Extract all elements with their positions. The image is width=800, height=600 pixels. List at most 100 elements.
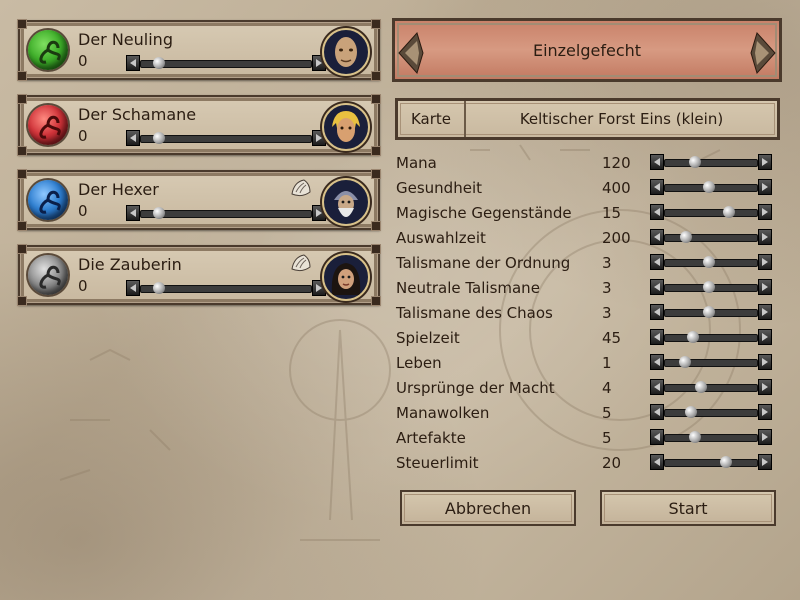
setting-slider[interactable] bbox=[650, 304, 772, 320]
player-name: Der Neuling bbox=[78, 30, 173, 49]
player-slot-2[interactable]: Der Schamane 0 bbox=[17, 94, 381, 156]
bearded-wizard-portrait-icon[interactable] bbox=[322, 178, 370, 226]
player-slider[interactable] bbox=[126, 55, 326, 71]
dark-haired-woman-portrait-icon[interactable] bbox=[322, 253, 370, 301]
setting-label: Talismane des Chaos bbox=[396, 304, 553, 322]
banner-right-ornament-icon bbox=[750, 32, 776, 74]
player-score: 0 bbox=[78, 277, 88, 295]
player-score: 0 bbox=[78, 202, 88, 220]
slider-knob[interactable] bbox=[686, 331, 699, 343]
player-slot-3[interactable]: Der Hexer 0 bbox=[17, 169, 381, 231]
slider-right-arrow-icon[interactable] bbox=[758, 254, 772, 270]
slider-right-arrow-icon[interactable] bbox=[758, 354, 772, 370]
slider-right-arrow-icon[interactable] bbox=[758, 304, 772, 320]
slider-left-arrow-icon[interactable] bbox=[650, 454, 664, 470]
map-label: Karte bbox=[398, 101, 466, 137]
slider-knob[interactable] bbox=[688, 431, 701, 443]
setting-row: Magische Gegenstände 15 bbox=[396, 202, 780, 224]
slider-right-arrow-icon[interactable] bbox=[758, 229, 772, 245]
slider-knob[interactable] bbox=[152, 207, 165, 219]
slider-right-arrow-icon[interactable] bbox=[758, 179, 772, 195]
player-slot-4[interactable]: Die Zauberin 0 bbox=[17, 244, 381, 306]
setting-slider[interactable] bbox=[650, 329, 772, 345]
setting-label: Talismane der Ordnung bbox=[396, 254, 571, 272]
blue-spiral-orb-icon bbox=[28, 180, 68, 220]
slider-left-arrow-icon[interactable] bbox=[650, 229, 664, 245]
cancel-button[interactable]: Abbrechen bbox=[400, 490, 576, 526]
slider-left-arrow-icon[interactable] bbox=[650, 304, 664, 320]
conch-shell-icon[interactable] bbox=[290, 178, 312, 198]
setting-value: 3 bbox=[602, 279, 612, 297]
slider-left-arrow-icon[interactable] bbox=[650, 379, 664, 395]
setting-value: 4 bbox=[602, 379, 612, 397]
slider-knob[interactable] bbox=[723, 206, 736, 218]
slider-right-arrow-icon[interactable] bbox=[758, 404, 772, 420]
setting-slider[interactable] bbox=[650, 204, 772, 220]
slider-left-arrow-icon[interactable] bbox=[126, 55, 140, 71]
conch-shell-icon[interactable] bbox=[290, 253, 312, 273]
setting-row: Auswahlzeit 200 bbox=[396, 227, 780, 249]
slider-knob[interactable] bbox=[719, 456, 732, 468]
setting-value: 5 bbox=[602, 429, 612, 447]
setting-label: Magische Gegenstände bbox=[396, 204, 572, 222]
slider-knob[interactable] bbox=[152, 132, 165, 144]
player-slot-1[interactable]: Der Neuling 0 bbox=[17, 19, 381, 81]
slider-left-arrow-icon[interactable] bbox=[650, 354, 664, 370]
setting-slider[interactable] bbox=[650, 354, 772, 370]
setting-label: Spielzeit bbox=[396, 329, 460, 347]
setting-row: Gesundheit 400 bbox=[396, 177, 780, 199]
player-score: 0 bbox=[78, 127, 88, 145]
setting-slider[interactable] bbox=[650, 379, 772, 395]
setting-row: Steuerlimit 20 bbox=[396, 452, 780, 474]
slider-right-arrow-icon[interactable] bbox=[758, 329, 772, 345]
slider-knob[interactable] bbox=[684, 406, 697, 418]
setting-slider[interactable] bbox=[650, 429, 772, 445]
setting-row: Talismane der Ordnung 3 bbox=[396, 252, 780, 274]
setting-value: 200 bbox=[602, 229, 631, 247]
slider-right-arrow-icon[interactable] bbox=[758, 454, 772, 470]
player-name: Der Hexer bbox=[78, 180, 159, 199]
slider-knob[interactable] bbox=[152, 57, 165, 69]
setting-slider[interactable] bbox=[650, 179, 772, 195]
slider-knob[interactable] bbox=[688, 156, 701, 168]
slider-left-arrow-icon[interactable] bbox=[650, 429, 664, 445]
setting-slider[interactable] bbox=[650, 154, 772, 170]
setting-value: 400 bbox=[602, 179, 631, 197]
slider-right-arrow-icon[interactable] bbox=[758, 204, 772, 220]
setting-row: Leben 1 bbox=[396, 352, 780, 374]
slider-right-arrow-icon[interactable] bbox=[758, 379, 772, 395]
slider-right-arrow-icon[interactable] bbox=[758, 154, 772, 170]
map-value[interactable]: Keltischer Forst Eins (klein) bbox=[466, 101, 777, 137]
setting-slider[interactable] bbox=[650, 229, 772, 245]
setting-row: Mana 120 bbox=[396, 152, 780, 174]
slider-left-arrow-icon[interactable] bbox=[650, 404, 664, 420]
setting-slider[interactable] bbox=[650, 404, 772, 420]
setting-slider[interactable] bbox=[650, 254, 772, 270]
setting-slider[interactable] bbox=[650, 279, 772, 295]
slider-left-arrow-icon[interactable] bbox=[126, 280, 140, 296]
slider-left-arrow-icon[interactable] bbox=[650, 279, 664, 295]
start-button[interactable]: Start bbox=[600, 490, 776, 526]
player-slider[interactable] bbox=[126, 280, 326, 296]
slider-left-arrow-icon[interactable] bbox=[126, 130, 140, 146]
slider-knob[interactable] bbox=[152, 282, 165, 294]
map-selector[interactable]: Karte Keltischer Forst Eins (klein) bbox=[395, 98, 780, 140]
setting-slider[interactable] bbox=[650, 454, 772, 470]
slider-knob[interactable] bbox=[678, 356, 691, 368]
setting-row: Manawolken 5 bbox=[396, 402, 780, 424]
slider-right-arrow-icon[interactable] bbox=[758, 429, 772, 445]
slider-left-arrow-icon[interactable] bbox=[650, 204, 664, 220]
slider-left-arrow-icon[interactable] bbox=[650, 329, 664, 345]
player-slider[interactable] bbox=[126, 130, 326, 146]
slider-left-arrow-icon[interactable] bbox=[650, 154, 664, 170]
slider-right-arrow-icon[interactable] bbox=[758, 279, 772, 295]
slider-left-arrow-icon[interactable] bbox=[650, 179, 664, 195]
setting-row: Talismane des Chaos 3 bbox=[396, 302, 780, 324]
blond-warrior-portrait-icon[interactable] bbox=[322, 103, 370, 151]
player-slider[interactable] bbox=[126, 205, 326, 221]
slider-left-arrow-icon[interactable] bbox=[126, 205, 140, 221]
setting-label: Gesundheit bbox=[396, 179, 482, 197]
bald-man-portrait-icon[interactable] bbox=[322, 28, 370, 76]
slider-left-arrow-icon[interactable] bbox=[650, 254, 664, 270]
setting-label: Ursprünge der Macht bbox=[396, 379, 555, 397]
